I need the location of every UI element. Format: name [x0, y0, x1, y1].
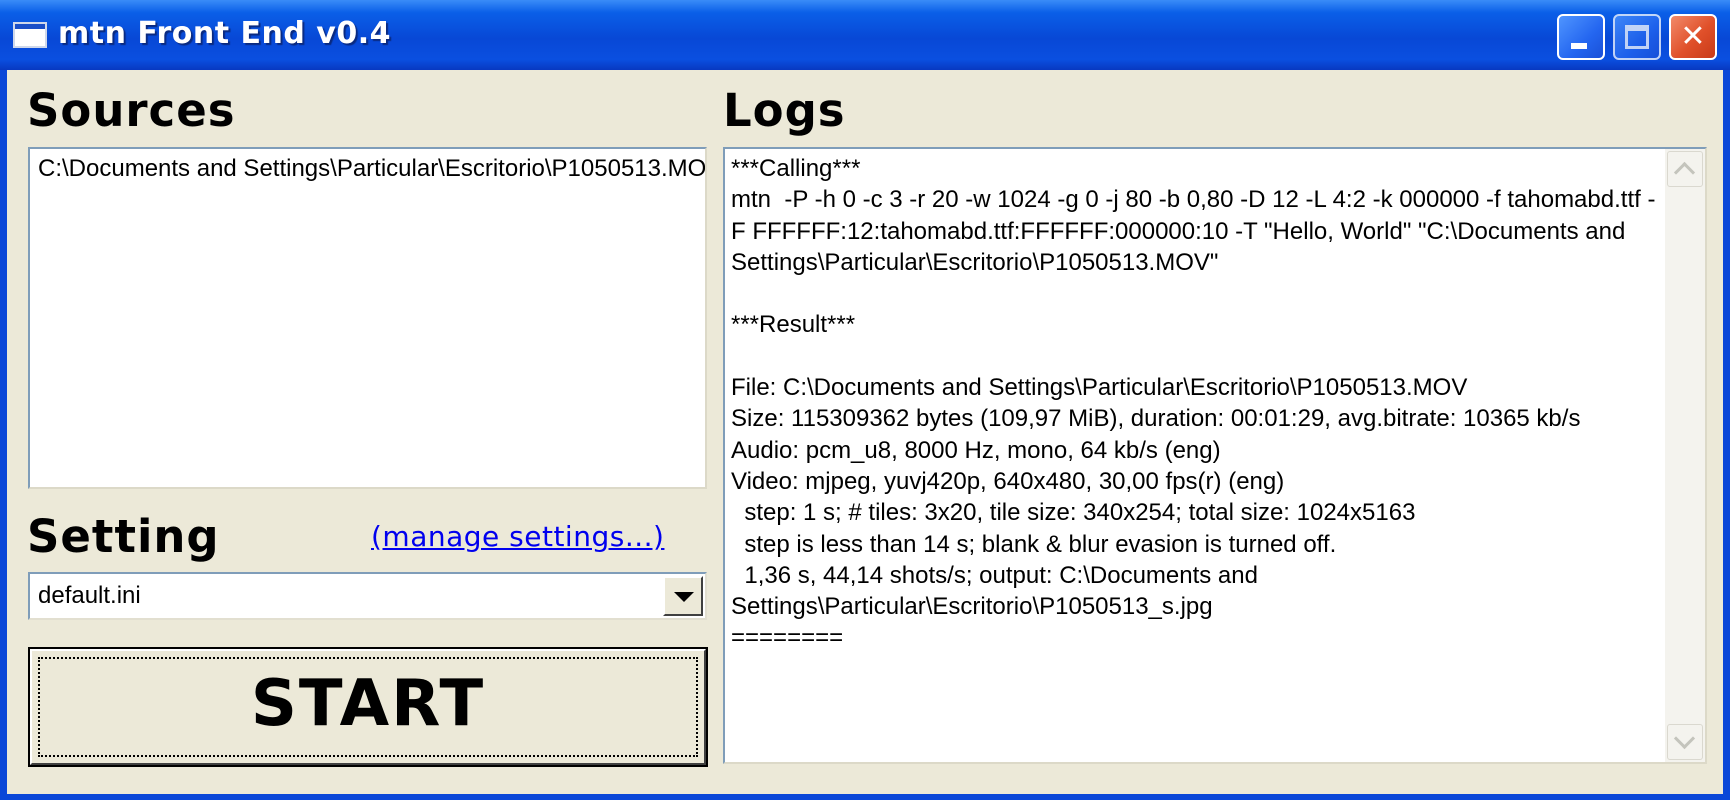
start-button[interactable]: START: [28, 647, 708, 767]
minimize-button[interactable]: [1557, 14, 1605, 60]
minimize-icon: [1571, 43, 1587, 49]
logs-content: ***Calling*** mtn -P -h 0 -c 3 -r 20 -w …: [731, 155, 1656, 652]
logs-heading: Logs: [723, 84, 846, 137]
manage-settings-link[interactable]: (manage settings...): [371, 520, 664, 553]
list-item[interactable]: C:\Documents and Settings\Particular\Esc…: [38, 155, 705, 183]
logs-textarea[interactable]: ***Calling*** mtn -P -h 0 -c 3 -r 20 -w …: [723, 147, 1707, 764]
setting-heading: Setting: [27, 510, 220, 563]
sources-list[interactable]: C:\Documents and Settings\Particular\Esc…: [28, 147, 707, 489]
client-area: Sources C:\Documents and Settings\Partic…: [7, 70, 1723, 794]
maximize-button: [1613, 14, 1661, 60]
window-title: mtn Front End v0.4: [58, 16, 391, 51]
setting-dropdown[interactable]: default.ini: [28, 572, 707, 620]
chevron-down-icon[interactable]: [663, 576, 703, 616]
setting-selected-value: default.ini: [38, 582, 141, 609]
scroll-down-icon[interactable]: [1667, 724, 1703, 760]
close-button[interactable]: ✕: [1669, 14, 1717, 60]
window-icon[interactable]: [13, 22, 47, 48]
sources-heading: Sources: [27, 84, 236, 137]
app-window: mtn Front End v0.4 ✕ Sources C:\Document…: [0, 0, 1730, 800]
close-icon: ✕: [1680, 19, 1706, 54]
logs-scrollbar[interactable]: [1665, 149, 1705, 762]
title-bar[interactable]: mtn Front End v0.4 ✕: [0, 0, 1730, 70]
maximize-icon: [1625, 25, 1649, 49]
scroll-up-icon[interactable]: [1667, 151, 1703, 187]
start-button-label: START: [250, 667, 486, 741]
